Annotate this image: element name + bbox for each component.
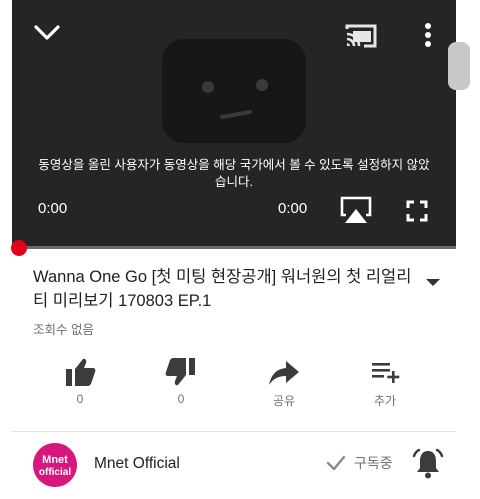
duration: 0:00 (278, 200, 308, 217)
share-button[interactable]: 공유 (254, 352, 314, 412)
more-vert-icon[interactable] (418, 20, 438, 50)
expand-description-icon[interactable] (424, 275, 442, 289)
add-label: 추가 (373, 394, 397, 408)
cast-icon[interactable] (344, 22, 378, 50)
check-icon (326, 455, 346, 471)
video-title: Wanna One Go [첫 미팅 현장공개] 워너원의 첫 리얼리티 미리보… (33, 268, 412, 310)
playlist-add-icon (372, 363, 400, 383)
divider (12, 431, 456, 432)
view-count: 조회수 없음 (33, 323, 94, 337)
sad-screen-icon (162, 39, 306, 143)
subscribed-label: 구독중 (354, 455, 393, 471)
dislike-count: 0 (177, 392, 185, 406)
subscribed-button[interactable]: 구독중 (326, 450, 393, 476)
svg-text:official: official (39, 467, 71, 478)
svg-text:Mnet: Mnet (42, 454, 68, 466)
share-icon (269, 361, 299, 385)
scrubber-handle[interactable] (11, 240, 27, 256)
channel-avatar[interactable]: Mnet official (33, 443, 77, 487)
like-count: 0 (76, 392, 84, 406)
thumbs-down-icon (165, 358, 195, 386)
chevron-down-icon[interactable] (32, 20, 62, 46)
like-button[interactable]: 0 (50, 352, 110, 412)
video-player[interactable]: 동영상을 올린 사용자가 동영상을 해당 국가에서 볼 수 있도록 설정하지 않… (12, 0, 456, 249)
share-label: 공유 (272, 394, 296, 408)
progress-bar[interactable] (12, 246, 456, 249)
scrollbar-handle[interactable] (448, 42, 470, 90)
notification-bell-icon[interactable] (412, 448, 444, 480)
unavailable-message: 동영상을 올린 사용자가 동영상을 해당 국가에서 볼 수 있도록 설정하지 않… (38, 158, 430, 189)
fullscreen-icon[interactable] (406, 200, 428, 222)
current-time: 0:00 (38, 200, 68, 217)
channel-name[interactable]: Mnet Official (94, 455, 180, 473)
add-to-playlist-button[interactable]: 추가 (355, 352, 415, 412)
airplay-icon[interactable] (340, 196, 372, 224)
dislike-button[interactable]: 0 (151, 352, 211, 412)
thumbs-up-icon (66, 358, 96, 386)
